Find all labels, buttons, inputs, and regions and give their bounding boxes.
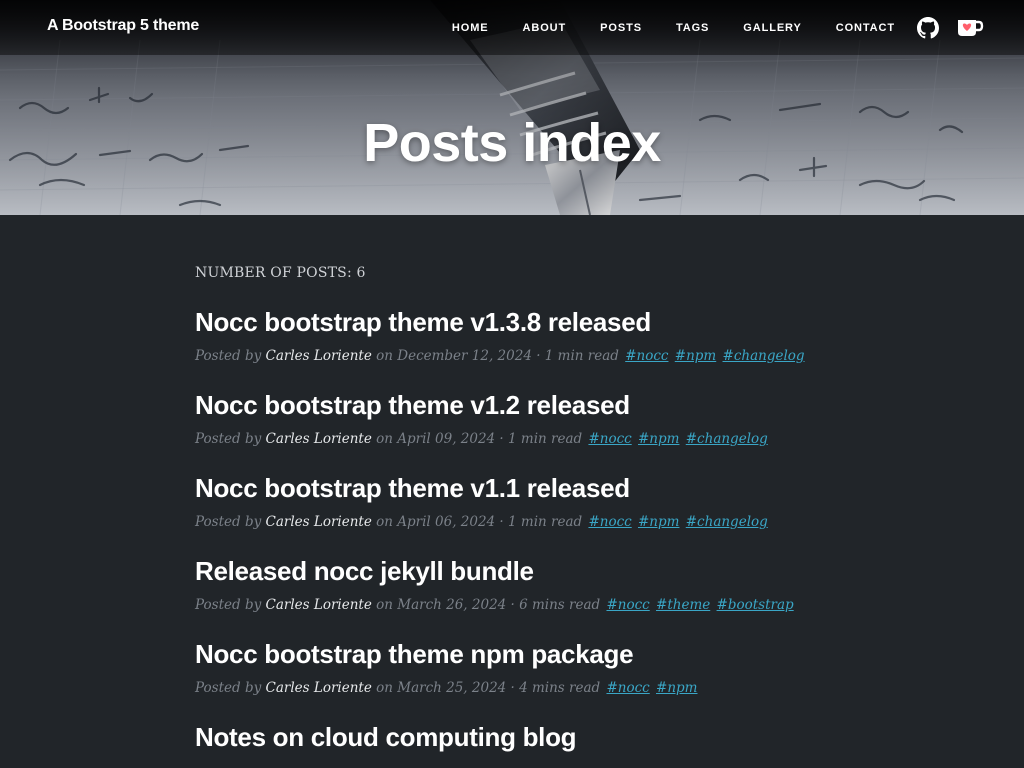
post-author: Carles Loriente — [265, 680, 372, 696]
posted-by-label: Posted by — [195, 431, 262, 447]
posted-by-label: Posted by — [195, 348, 262, 364]
nav-home[interactable]: HOME — [452, 22, 489, 34]
post-title-link[interactable]: Nocc bootstrap theme v1.3.8 released — [195, 307, 835, 338]
post-title-link[interactable]: Notes on cloud computing blog — [195, 722, 835, 753]
post-author: Carles Loriente — [265, 597, 372, 613]
nav-contact[interactable]: CONTACT — [836, 22, 895, 34]
post-author: Carles Loriente — [265, 431, 372, 447]
post-item: Nocc bootstrap theme v1.2 released Poste… — [195, 390, 835, 447]
post-item: Notes on cloud computing blog — [195, 722, 835, 753]
post-item: Released nocc jekyll bundle Posted by Ca… — [195, 556, 835, 613]
posted-by-label: Posted by — [195, 680, 262, 696]
top-navbar: A Bootstrap 5 theme HOME ABOUT POSTS TAG… — [0, 0, 1024, 55]
tag-link[interactable]: #theme — [656, 597, 710, 613]
tag-link[interactable]: #nocc — [588, 514, 631, 530]
post-title-link[interactable]: Nocc bootstrap theme v1.1 released — [195, 473, 835, 504]
tag-link[interactable]: #changelog — [686, 431, 768, 447]
post-meta: Posted by Carles Loriente on March 26, 2… — [195, 597, 835, 613]
github-link[interactable] — [917, 16, 939, 39]
nav-gallery[interactable]: GALLERY — [743, 22, 801, 34]
tag-link[interactable]: #nocc — [625, 348, 668, 364]
tag-link[interactable]: #bootstrap — [717, 597, 794, 613]
post-meta: Posted by Carles Loriente on April 06, 2… — [195, 514, 835, 530]
nav-posts[interactable]: POSTS — [600, 22, 642, 34]
post-title-link[interactable]: Nocc bootstrap theme v1.2 released — [195, 390, 835, 421]
ko-fi-cup-icon — [958, 19, 984, 36]
tag-link[interactable]: #changelog — [686, 514, 768, 530]
tag-link[interactable]: #npm — [656, 680, 697, 696]
main-nav: HOME ABOUT POSTS TAGS GALLERY CONTACT — [452, 0, 984, 55]
tag-link[interactable]: #changelog — [723, 348, 805, 364]
tag-link[interactable]: #npm — [638, 431, 679, 447]
post-date-readtime: on April 09, 2024 · 1 min read — [376, 431, 583, 447]
nav-about[interactable]: ABOUT — [523, 22, 567, 34]
tag-link[interactable]: #npm — [675, 348, 716, 364]
post-meta: Posted by Carles Loriente on April 09, 2… — [195, 431, 835, 447]
posts-count: NUMBER OF POSTS: 6 — [195, 265, 366, 281]
post-meta: Posted by Carles Loriente on March 25, 2… — [195, 680, 835, 696]
post-date-readtime: on April 06, 2024 · 1 min read — [376, 514, 583, 530]
post-date-readtime: on December 12, 2024 · 1 min read — [376, 348, 619, 364]
posted-by-label: Posted by — [195, 514, 262, 530]
post-meta: Posted by Carles Loriente on December 12… — [195, 348, 835, 364]
post-author: Carles Loriente — [265, 348, 372, 364]
post-title-link[interactable]: Nocc bootstrap theme npm package — [195, 639, 835, 670]
post-item: Nocc bootstrap theme npm package Posted … — [195, 639, 835, 696]
tag-link[interactable]: #npm — [638, 514, 679, 530]
nav-tags[interactable]: TAGS — [676, 22, 709, 34]
tag-link[interactable]: #nocc — [606, 680, 649, 696]
post-item: Nocc bootstrap theme v1.1 released Poste… — [195, 473, 835, 530]
post-author: Carles Loriente — [265, 514, 372, 530]
post-date-readtime: on March 26, 2024 · 6 mins read — [376, 597, 601, 613]
page-title: Posts index — [363, 113, 661, 173]
kofi-link[interactable] — [956, 17, 984, 39]
github-icon — [917, 16, 939, 38]
post-item: Nocc bootstrap theme v1.3.8 released Pos… — [195, 307, 835, 364]
tag-link[interactable]: #nocc — [606, 597, 649, 613]
post-title-link[interactable]: Released nocc jekyll bundle — [195, 556, 835, 587]
post-date-readtime: on March 25, 2024 · 4 mins read — [376, 680, 601, 696]
posted-by-label: Posted by — [195, 597, 262, 613]
tag-link[interactable]: #nocc — [588, 431, 631, 447]
brand-link[interactable]: A Bootstrap 5 theme — [47, 17, 199, 35]
